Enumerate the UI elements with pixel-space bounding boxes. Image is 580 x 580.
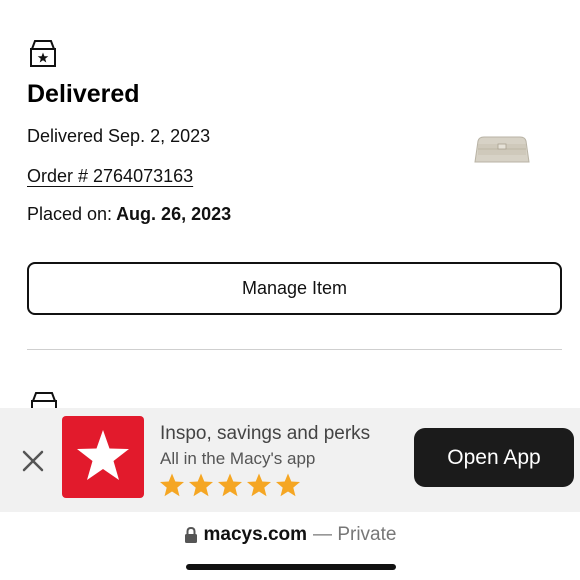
star-icon — [189, 473, 213, 497]
delivered-date: Delivered Sep. 2, 2023 — [27, 126, 211, 146]
order-status-title: Delivered — [27, 80, 140, 108]
placed-on-date: Aug. 26, 2023 — [116, 204, 232, 224]
delivered-box-icon — [30, 40, 56, 67]
url-domain: macys.com — [203, 524, 308, 545]
home-indicator[interactable] — [186, 564, 396, 570]
order-number-link[interactable]: Order # 2764073163 — [27, 166, 193, 187]
placed-on-label: Placed on: — [27, 204, 113, 224]
macys-app-logo[interactable] — [62, 416, 144, 498]
box-icon — [31, 392, 57, 408]
order-card: Delivered Delivered Sep. 2, 2023 Order #… — [27, 0, 567, 408]
app-rating — [159, 472, 301, 498]
star-icon — [247, 473, 271, 497]
lock-icon — [184, 526, 197, 543]
star-icon — [276, 473, 300, 497]
private-mode-label: — Private — [313, 524, 397, 545]
url-display[interactable]: macys.com — Private — [0, 524, 580, 546]
placed-on: Placed on: Aug. 26, 2023 — [27, 204, 231, 225]
banner-title: Inspo, savings and perks — [160, 423, 371, 444]
handbag-thumbnail[interactable] — [469, 132, 535, 170]
star-icon — [160, 473, 184, 497]
banner-subtitle: All in the Macy's app — [160, 449, 316, 468]
star-logo-icon — [77, 430, 129, 480]
close-icon[interactable] — [20, 448, 46, 474]
manage-item-button[interactable]: Manage Item — [27, 262, 562, 315]
open-app-button[interactable]: Open App — [414, 428, 574, 487]
divider — [27, 349, 562, 350]
star-icon — [218, 473, 242, 497]
